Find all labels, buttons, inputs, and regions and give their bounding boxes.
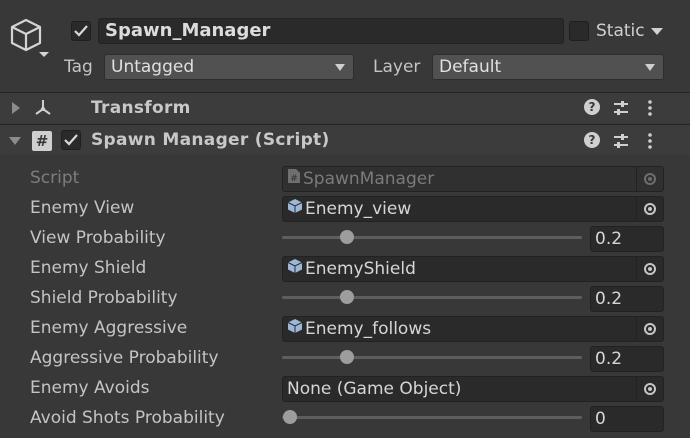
script-component-title: Spawn Manager (Script) xyxy=(91,130,330,150)
help-icon[interactable]: ? xyxy=(584,99,600,115)
active-checkbox[interactable] xyxy=(71,21,91,41)
object-name-field[interactable]: Spawn_Manager xyxy=(98,18,564,44)
avoid-shots-probability-input[interactable]: 0 xyxy=(590,406,664,432)
enemy-avoids-field[interactable]: None (Game Object) xyxy=(282,376,664,402)
enemy-aggressive-field[interactable]: Enemy_follows xyxy=(282,316,664,342)
enemy-view-field[interactable]: Enemy_view xyxy=(282,196,664,222)
aggressive-probability-input[interactable]: 0.2 xyxy=(590,346,664,372)
script-file-icon: # xyxy=(287,167,301,191)
kebab-menu-icon[interactable] xyxy=(646,99,654,117)
layer-label: Layer xyxy=(373,57,421,77)
object-picker-icon[interactable] xyxy=(636,257,663,281)
script-enabled-checkbox[interactable] xyxy=(61,130,81,150)
script-field: # SpawnManager xyxy=(282,166,664,192)
layer-value: Default xyxy=(439,57,502,77)
view-probability-slider[interactable] xyxy=(282,230,582,244)
object-picker-icon[interactable] xyxy=(636,197,663,221)
script-value: SpawnManager xyxy=(303,169,435,189)
enemy-view-value: Enemy_view xyxy=(305,199,412,219)
enemy-shield-field[interactable]: EnemyShield xyxy=(282,256,664,282)
slider-thumb[interactable] xyxy=(339,230,354,244)
chevron-down-icon xyxy=(645,64,655,71)
slider-thumb[interactable] xyxy=(339,350,354,364)
enemy-shield-label: Enemy Shield xyxy=(30,258,147,278)
tag-value: Untagged xyxy=(111,57,195,77)
enemy-view-label: Enemy View xyxy=(30,198,135,218)
foldout-collapsed-icon[interactable] xyxy=(11,102,21,114)
view-probability-label: View Probability xyxy=(30,228,166,248)
chevron-down-icon xyxy=(335,64,345,71)
script-hash-icon: # xyxy=(32,131,52,151)
avoid-shots-probability-slider[interactable] xyxy=(282,410,582,424)
aggressive-probability-label: Aggressive Probability xyxy=(30,348,219,368)
prefab-cube-icon xyxy=(287,317,303,341)
static-label[interactable]: Static xyxy=(596,19,645,43)
transform-title: Transform xyxy=(91,98,191,118)
transform-component-header[interactable]: Transform ? xyxy=(0,93,690,123)
help-icon[interactable]: ? xyxy=(584,132,600,148)
tag-dropdown[interactable]: Untagged xyxy=(104,54,354,80)
shield-probability-slider[interactable] xyxy=(282,290,582,304)
slider-thumb[interactable] xyxy=(339,290,354,304)
enemy-avoids-label: Enemy Avoids xyxy=(30,378,150,398)
static-dropdown-arrow-icon[interactable] xyxy=(651,28,663,35)
enemy-avoids-value: None (Game Object) xyxy=(287,379,462,399)
presets-icon[interactable] xyxy=(612,132,630,150)
kebab-menu-icon[interactable] xyxy=(646,132,654,150)
svg-text:#: # xyxy=(290,174,298,184)
object-picker-icon xyxy=(636,167,663,191)
prefab-cube-icon xyxy=(287,197,303,221)
aggressive-probability-slider[interactable] xyxy=(282,350,582,364)
enemy-aggressive-value: Enemy_follows xyxy=(305,319,432,339)
object-picker-icon[interactable] xyxy=(636,377,663,401)
presets-icon[interactable] xyxy=(612,99,630,117)
static-checkbox[interactable] xyxy=(569,21,589,41)
tag-label: Tag xyxy=(64,57,93,77)
shield-probability-label: Shield Probability xyxy=(30,288,178,308)
avoid-shots-probability-label: Avoid Shots Probability xyxy=(30,408,225,428)
enemy-shield-value: EnemyShield xyxy=(305,259,416,279)
shield-probability-input[interactable]: 0.2 xyxy=(590,286,664,312)
script-component-header[interactable]: # Spawn Manager (Script) ? xyxy=(0,125,690,155)
view-probability-input[interactable]: 0.2 xyxy=(590,226,664,252)
foldout-expanded-icon[interactable] xyxy=(9,136,21,146)
gameobject-cube-icon[interactable] xyxy=(8,16,52,62)
layer-dropdown[interactable]: Default xyxy=(432,54,664,80)
prefab-cube-icon xyxy=(287,257,303,281)
transform-axes-icon xyxy=(35,100,51,115)
slider-thumb[interactable] xyxy=(283,410,297,424)
script-label: Script xyxy=(30,168,80,188)
object-picker-icon[interactable] xyxy=(636,317,663,341)
enemy-aggressive-label: Enemy Aggressive xyxy=(30,318,188,338)
